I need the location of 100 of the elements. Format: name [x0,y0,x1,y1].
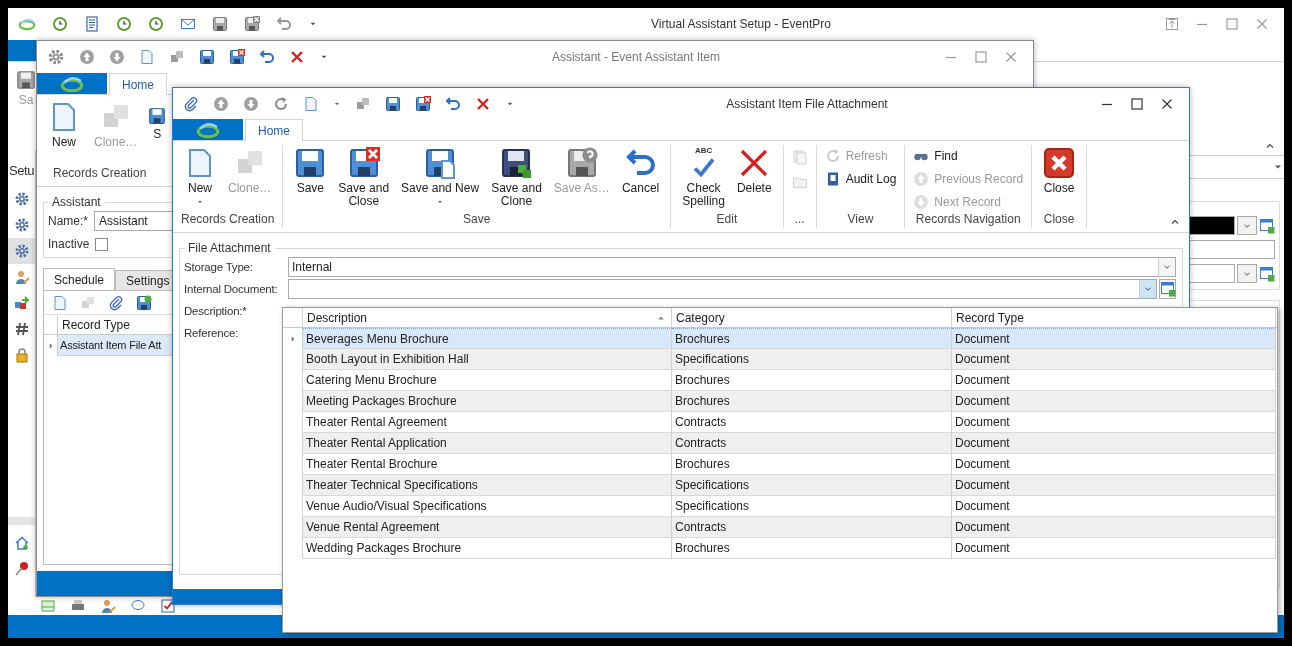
undo-arrow-icon[interactable] [445,95,461,112]
table-cell[interactable]: Venue Rental Agreement [303,517,672,538]
table-cell[interactable]: Wedding Packages Brochure [303,538,672,559]
app-menu-button[interactable] [173,119,243,140]
floppy-disk-x-icon [347,147,380,179]
table-cell[interactable]: Contracts [672,433,952,454]
x-mark-icon[interactable] [289,49,305,65]
floppy-disk-x-icon[interactable] [229,49,245,65]
tab[interactable]: Schedule [43,268,116,290]
table-cell[interactable]: Theater Technical Specifications [303,475,672,496]
cubes-icon[interactable] [355,95,371,112]
table-cell[interactable]: Theater Rental Application [303,433,672,454]
floppy-disk-x-icon[interactable] [415,95,431,112]
undo-arrow-icon[interactable] [276,16,292,32]
gear-icon [13,217,30,233]
app-menu-button[interactable] [37,73,107,94]
table-cell[interactable]: Document [952,538,1276,559]
field-label: Internal Document: [184,283,279,295]
table-cell[interactable]: Document [952,517,1276,538]
column-header[interactable]: Record Type [952,308,1276,327]
table-cell[interactable]: Brochures [672,538,952,559]
page-icon[interactable] [139,49,155,65]
lookup-button[interactable] [1159,279,1176,299]
ribbon-button[interactable]: Find [911,147,1026,165]
table-cell[interactable]: Document [952,412,1276,433]
ribbon-button[interactable]: Save and Close [333,145,395,210]
dropdown-button[interactable] [1237,264,1257,283]
sidebar-title: Setu [8,162,35,180]
clock-icon[interactable] [148,16,164,32]
ribbon-button[interactable]: Save and Clone [486,145,547,210]
table-cell[interactable]: Document [952,370,1276,391]
table-cell[interactable]: Specifications [672,496,952,517]
cubes-icon[interactable] [169,49,185,65]
ribbon-button[interactable]: ABC Check Spelling [677,145,730,210]
dropdown-button[interactable] [1237,216,1257,235]
paperclip-icon[interactable] [183,95,199,112]
table-cell[interactable]: Beverages Menu Brochure [303,328,672,349]
table-cell[interactable]: Document [952,391,1276,412]
pushpin-icon[interactable] [13,561,30,577]
table-cell[interactable]: Specifications [672,475,952,496]
boxes-arrow-icon [13,295,30,311]
lookup-table-icon[interactable] [1259,217,1275,234]
table-cell[interactable]: Document [952,328,1276,349]
ribbon-button[interactable]: S [146,99,169,143]
table-cell[interactable]: Catering Menu Brochure [303,370,672,391]
table-cell[interactable]: Document [952,433,1276,454]
table-cell[interactable]: Document [952,475,1276,496]
column-header[interactable]: Description [303,308,672,327]
table-cell[interactable]: Document [952,496,1276,517]
table-cell[interactable]: Brochures [672,370,952,391]
checkbox-tick-icon[interactable] [160,598,176,614]
table-cell[interactable]: Contracts [672,517,952,538]
ribbon-group-label: Records Navigation [914,212,1022,228]
ribbon-button[interactable]: New [43,99,85,151]
table-cell[interactable]: Specifications [672,349,952,370]
lookup-table-icon[interactable] [1259,265,1275,282]
table-cell[interactable]: Contracts [672,412,952,433]
floppy-disk-x-icon[interactable] [244,16,260,32]
ribbon-button[interactable]: Cancel [616,145,665,197]
page-icon[interactable] [303,95,319,112]
undo-arrow-icon[interactable] [259,49,275,65]
table-cell[interactable]: Brochures [672,328,952,349]
refresh-icon[interactable] [273,95,289,112]
table-cell[interactable]: Theater Rental Brochure [303,454,672,475]
tray-icon[interactable] [40,598,56,614]
sidebar-item[interactable] [8,238,35,264]
table-cell[interactable]: Document [952,454,1276,475]
paperclip-icon[interactable] [108,294,124,311]
ribbon-tab[interactable]: Home [109,73,167,95]
envelope-icon[interactable] [180,16,196,32]
ribbon-button[interactable]: Save [289,145,332,197]
checkbox[interactable] [95,237,109,251]
ribbon-group-label: Close [1042,212,1076,228]
ribbon-button[interactable]: Close [1038,145,1081,197]
table-cell[interactable]: Theater Rental Agreement [303,412,672,433]
gear-icon[interactable] [47,48,65,66]
table-cell[interactable]: Document [952,349,1276,370]
table-cell[interactable]: Brochures [672,454,952,475]
ribbon-button[interactable]: Audit Log [822,170,899,188]
person-pencil-icon[interactable] [100,598,116,614]
ribbon-button[interactable]: Delete [731,145,777,197]
dropdown-field[interactable]: Internal [288,257,1176,277]
clock-icon[interactable] [116,16,132,32]
ribbon-button[interactable]: Save and New [396,145,485,208]
floppy-disk-cubes-icon [500,147,533,179]
x-mark-icon[interactable] [475,95,491,112]
caret-icon [196,198,204,206]
table-cell[interactable]: Venue Audio/Visual Specifications [303,496,672,517]
page-icon[interactable] [52,294,68,311]
ribbon-tab[interactable]: Home [245,119,303,141]
column-header[interactable]: Category [672,308,952,327]
table-cell[interactable]: Brochures [672,391,952,412]
table-cell[interactable]: Booth Layout in Exhibition Hall [303,349,672,370]
document-icon[interactable] [84,16,100,32]
group-title: Assistant [51,195,102,209]
maximize-icon[interactable] [1129,95,1145,112]
clock-icon[interactable] [52,16,68,32]
table-cell[interactable]: Meeting Packages Brochure [303,391,672,412]
ribbon-button[interactable]: New [179,145,221,208]
house-icon[interactable] [13,535,30,551]
